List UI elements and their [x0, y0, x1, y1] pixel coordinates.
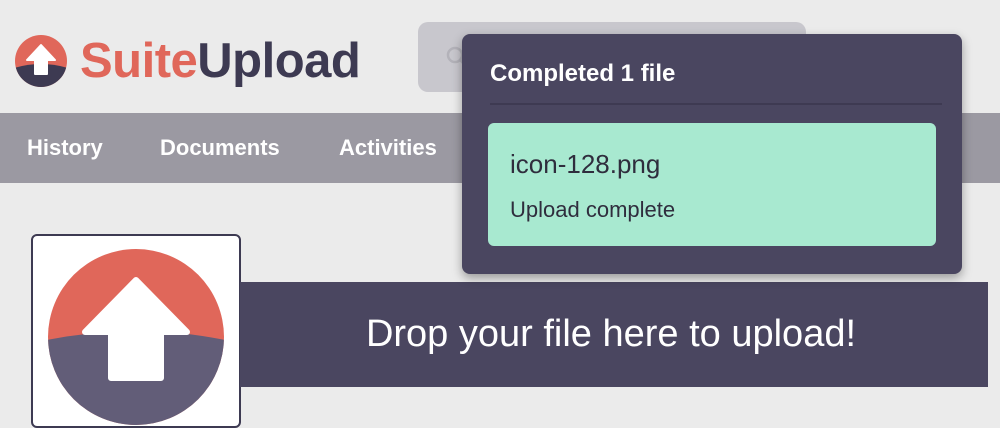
app-name-upload: Upload — [197, 33, 361, 88]
popup-title: Completed 1 file — [490, 60, 676, 87]
app-logo[interactable]: SuiteUpload — [14, 33, 361, 88]
upload-icon-card[interactable] — [31, 234, 241, 428]
popup-divider — [490, 103, 942, 105]
app-name-suite: Suite — [80, 33, 198, 88]
file-status: Upload complete — [510, 197, 676, 222]
app-name: SuiteUpload — [80, 33, 361, 88]
uploaded-file-item[interactable]: icon-128.png Upload complete — [488, 123, 936, 246]
drop-zone-text: Drop your file here to upload! — [365, 313, 857, 355]
upload-arrow-icon — [48, 249, 224, 425]
nav-item-history[interactable]: History — [27, 113, 103, 183]
upload-status-popup: Completed 1 file icon-128.png Upload com… — [462, 34, 962, 274]
nav-item-activities[interactable]: Activities — [339, 113, 437, 183]
drop-zone[interactable]: Drop your file here to upload! — [240, 282, 988, 387]
upload-logo-icon — [15, 35, 67, 87]
nav-item-documents[interactable]: Documents — [160, 113, 280, 183]
file-name: icon-128.png — [510, 149, 661, 179]
